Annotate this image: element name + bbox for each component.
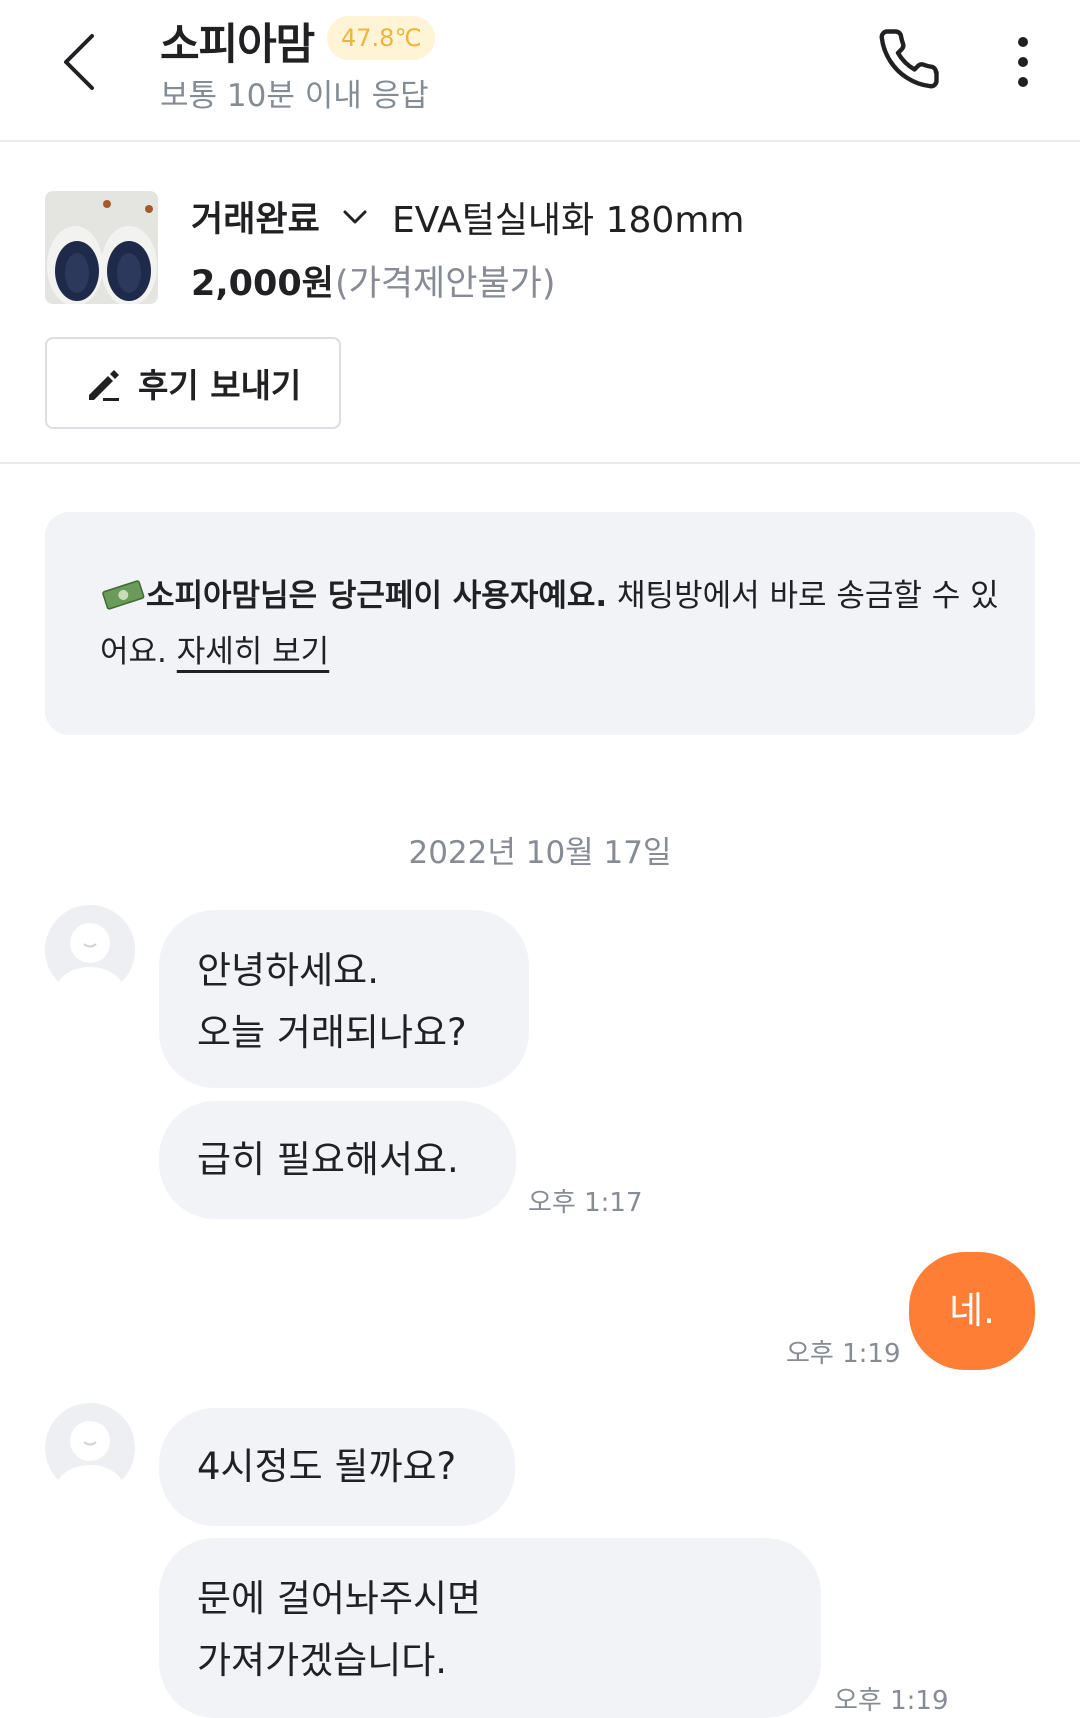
avatar[interactable] (45, 1403, 135, 1493)
status-chevron[interactable] (340, 205, 370, 229)
phone-icon (879, 29, 939, 89)
message-text: 문에 걸어놔주시면 (197, 1577, 482, 1620)
default-avatar-icon (56, 923, 124, 995)
message-text: 안녕하세요. (197, 949, 379, 992)
message-text: 네. (949, 1289, 995, 1332)
product-price: 2,000원 (191, 264, 334, 304)
send-review-button[interactable]: 후기 보내기 (45, 337, 341, 429)
manner-temperature-badge: 47.8℃ (327, 16, 436, 60)
product-title[interactable]: EVA털실내화 180mm (392, 191, 744, 243)
response-time-text: 보통 10분 이내 응답 (160, 78, 429, 114)
default-avatar-icon (56, 1421, 124, 1493)
divider (0, 462, 1080, 464)
chevron-left-icon (64, 34, 94, 90)
message-time: 오후 1:19 (834, 1686, 949, 1716)
product-thumbnail[interactable] (45, 191, 158, 304)
pay-notice-bold: 소피아맘님은 당근페이 사용자예요. (146, 578, 608, 614)
message-text: 가져가겠습니다. (197, 1639, 448, 1682)
pay-notice-banner: 소피아맘님은 당근페이 사용자예요. 채팅방에서 바로 송금할 수 있어요. 자… (45, 512, 1035, 735)
date-separator: 2022년 10월 17일 (408, 835, 672, 871)
message-bubble-received[interactable]: 안녕하세요. 오늘 거래되나요? (159, 910, 529, 1088)
details-link[interactable]: 자세히 보기 (177, 634, 329, 670)
message-bubble-received[interactable]: 4시정도 될까요? (159, 1408, 515, 1526)
chat-header: 소피아맘 47.8℃ 보통 10분 이내 응답 (0, 0, 1080, 142)
message-time: 오후 1:19 (786, 1339, 901, 1369)
more-options-button[interactable] (1004, 32, 1042, 92)
chevron-down-icon (343, 210, 367, 224)
message-text: 4시정도 될까요? (197, 1445, 457, 1488)
message-bubble-received[interactable]: 문에 걸어놔주시면 가져가겠습니다. (159, 1538, 821, 1718)
message-bubble-received[interactable]: 급히 필요해서요. (159, 1101, 516, 1219)
more-vertical-icon (1018, 37, 1028, 87)
message-text: 급히 필요해서요. (197, 1138, 459, 1181)
trade-status-dropdown[interactable]: 거래완료 (191, 191, 320, 242)
message-time: 오후 1:17 (528, 1188, 643, 1218)
back-button[interactable] (52, 28, 116, 96)
call-button[interactable] (876, 26, 942, 92)
pay-notice-text: 소피아맘님은 당근페이 사용자예요. 채팅방에서 바로 송금할 수 있어요. 자… (100, 568, 1000, 680)
price-note: (가격제안불가) (335, 264, 556, 304)
money-icon (100, 572, 146, 610)
chat-partner-name[interactable]: 소피아맘 (160, 10, 315, 72)
slipper-image (45, 191, 158, 304)
send-review-label: 후기 보내기 (138, 366, 302, 405)
message-bubble-sent[interactable]: 네. (909, 1252, 1035, 1370)
message-text: 오늘 거래되나요? (197, 1011, 467, 1054)
pencil-icon (89, 370, 119, 401)
avatar[interactable] (45, 905, 135, 995)
